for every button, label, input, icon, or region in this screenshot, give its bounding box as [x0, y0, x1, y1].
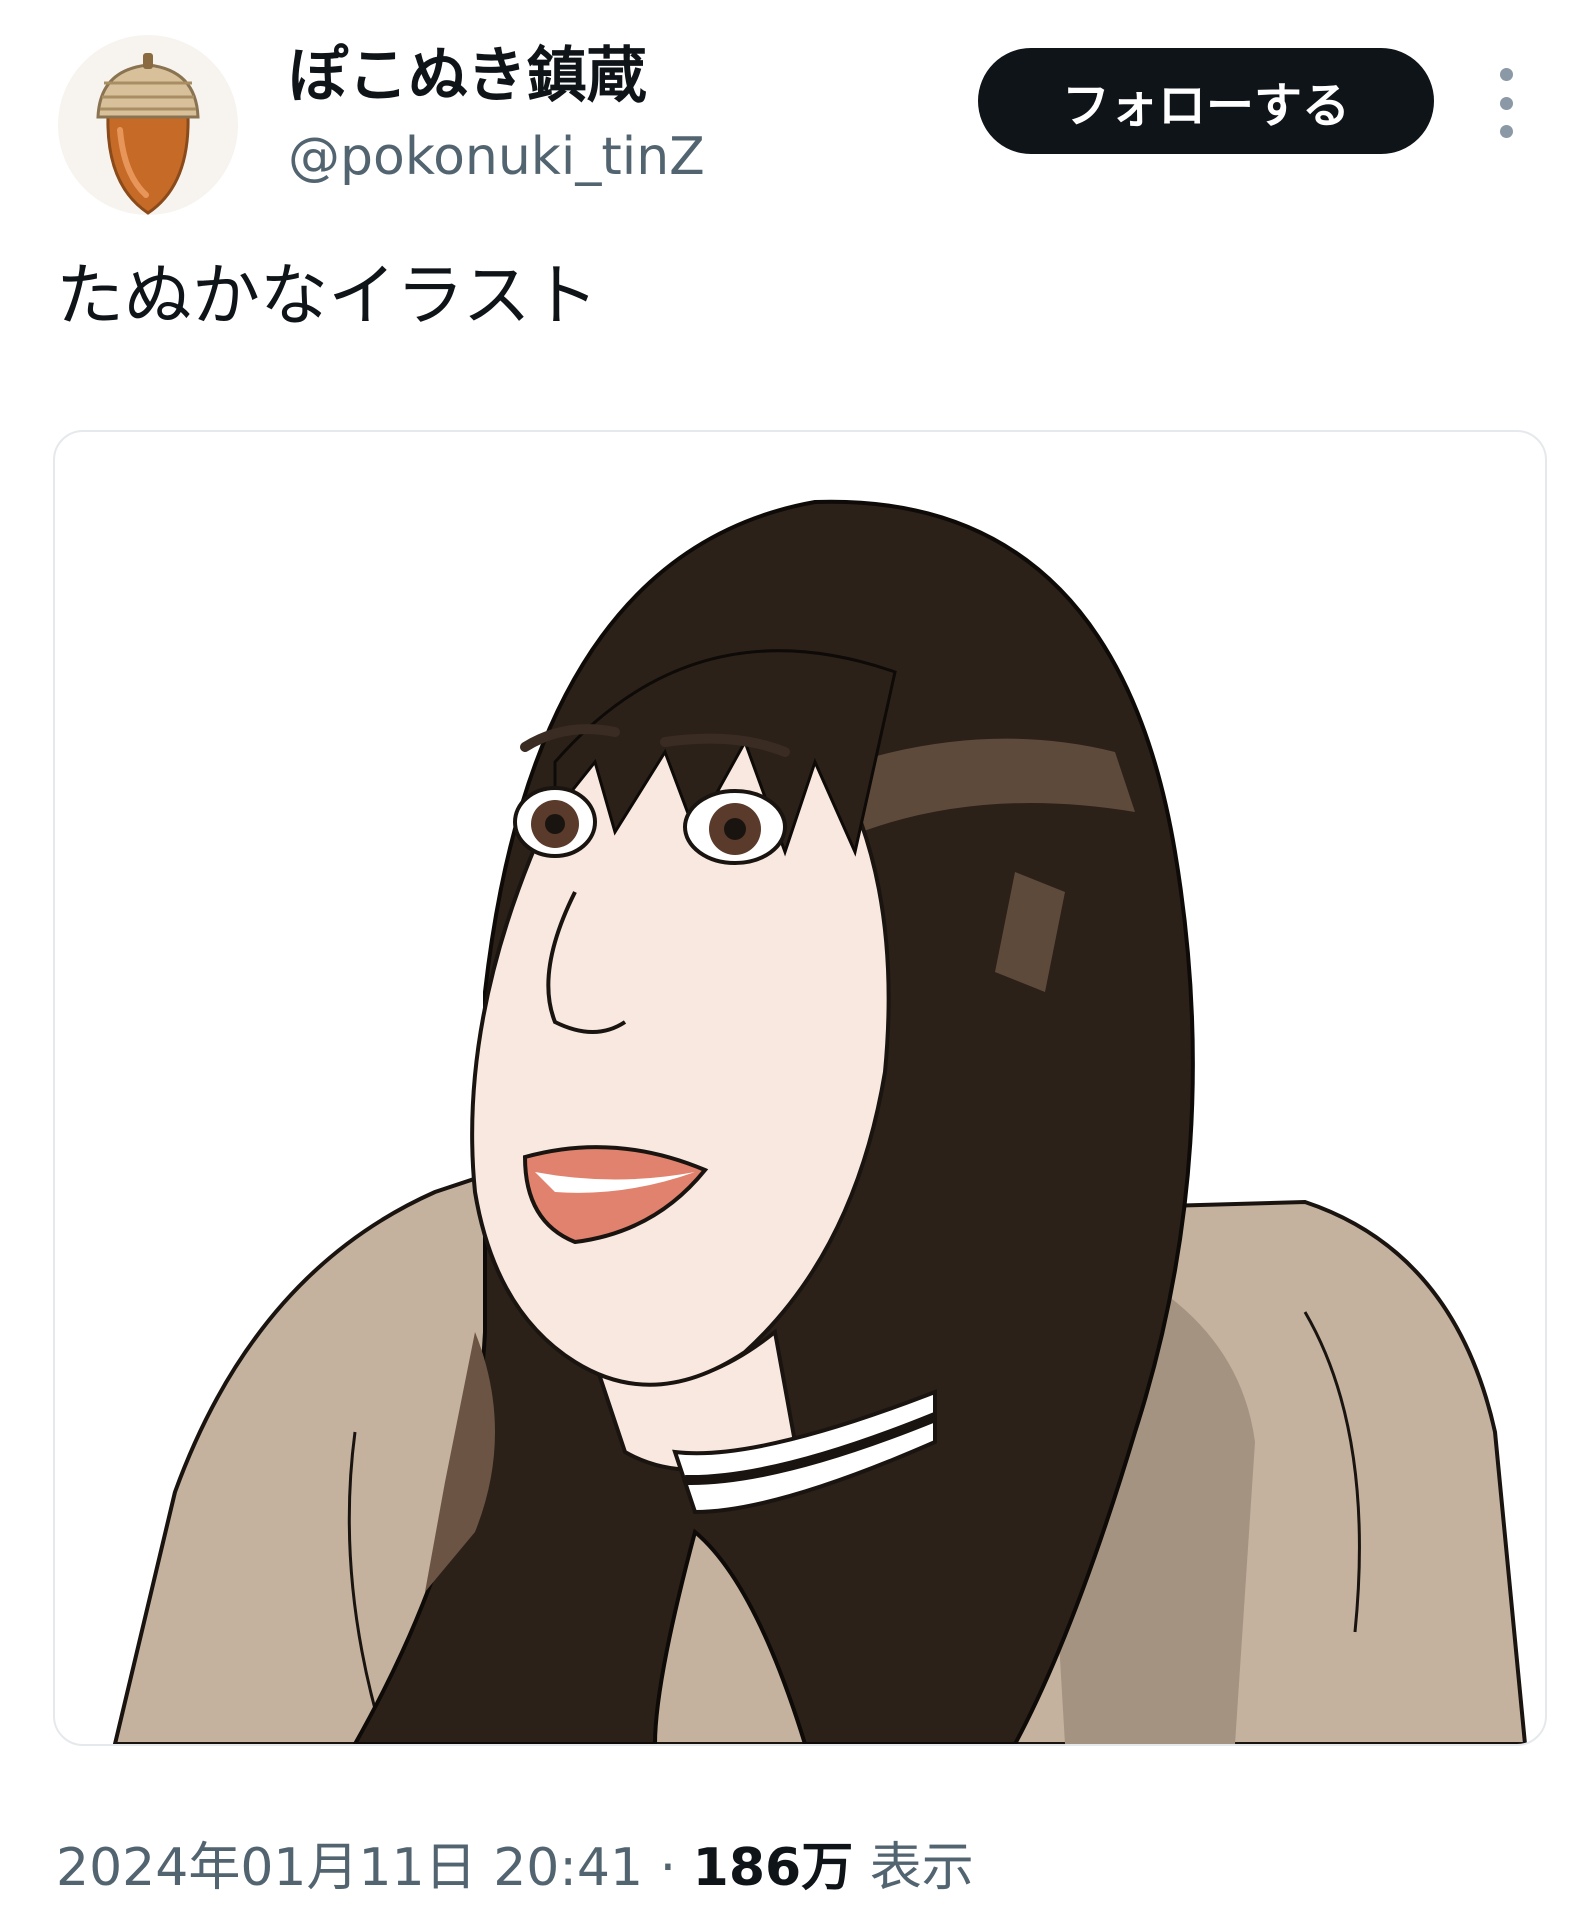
- more-dot: [1499, 96, 1513, 110]
- tweet-meta: 2024年01月11日 20:41 · 186万 表示: [56, 1835, 974, 1901]
- display-name[interactable]: ぽこぬき鎮蔵: [288, 40, 647, 112]
- views-label: 表示: [869, 1838, 974, 1898]
- more-dot: [1499, 68, 1513, 81]
- avatar[interactable]: [58, 35, 238, 215]
- tweet-media-image[interactable]: [53, 430, 1547, 1746]
- acorn-avatar-icon: [96, 53, 200, 215]
- illustration: [112, 499, 1528, 1744]
- meta-separator: ·: [659, 1838, 677, 1898]
- tweet-text: たぬかなイラスト: [56, 257, 599, 336]
- views-count: 186万: [692, 1838, 854, 1898]
- more-dot: [1499, 125, 1513, 138]
- tweet-timestamp[interactable]: 2024年01月11日 20:41: [56, 1838, 643, 1898]
- more-vertical-icon[interactable]: [1488, 68, 1524, 138]
- user-handle[interactable]: @pokonuki_tinZ: [288, 125, 705, 189]
- follow-button[interactable]: フォローする: [978, 48, 1434, 154]
